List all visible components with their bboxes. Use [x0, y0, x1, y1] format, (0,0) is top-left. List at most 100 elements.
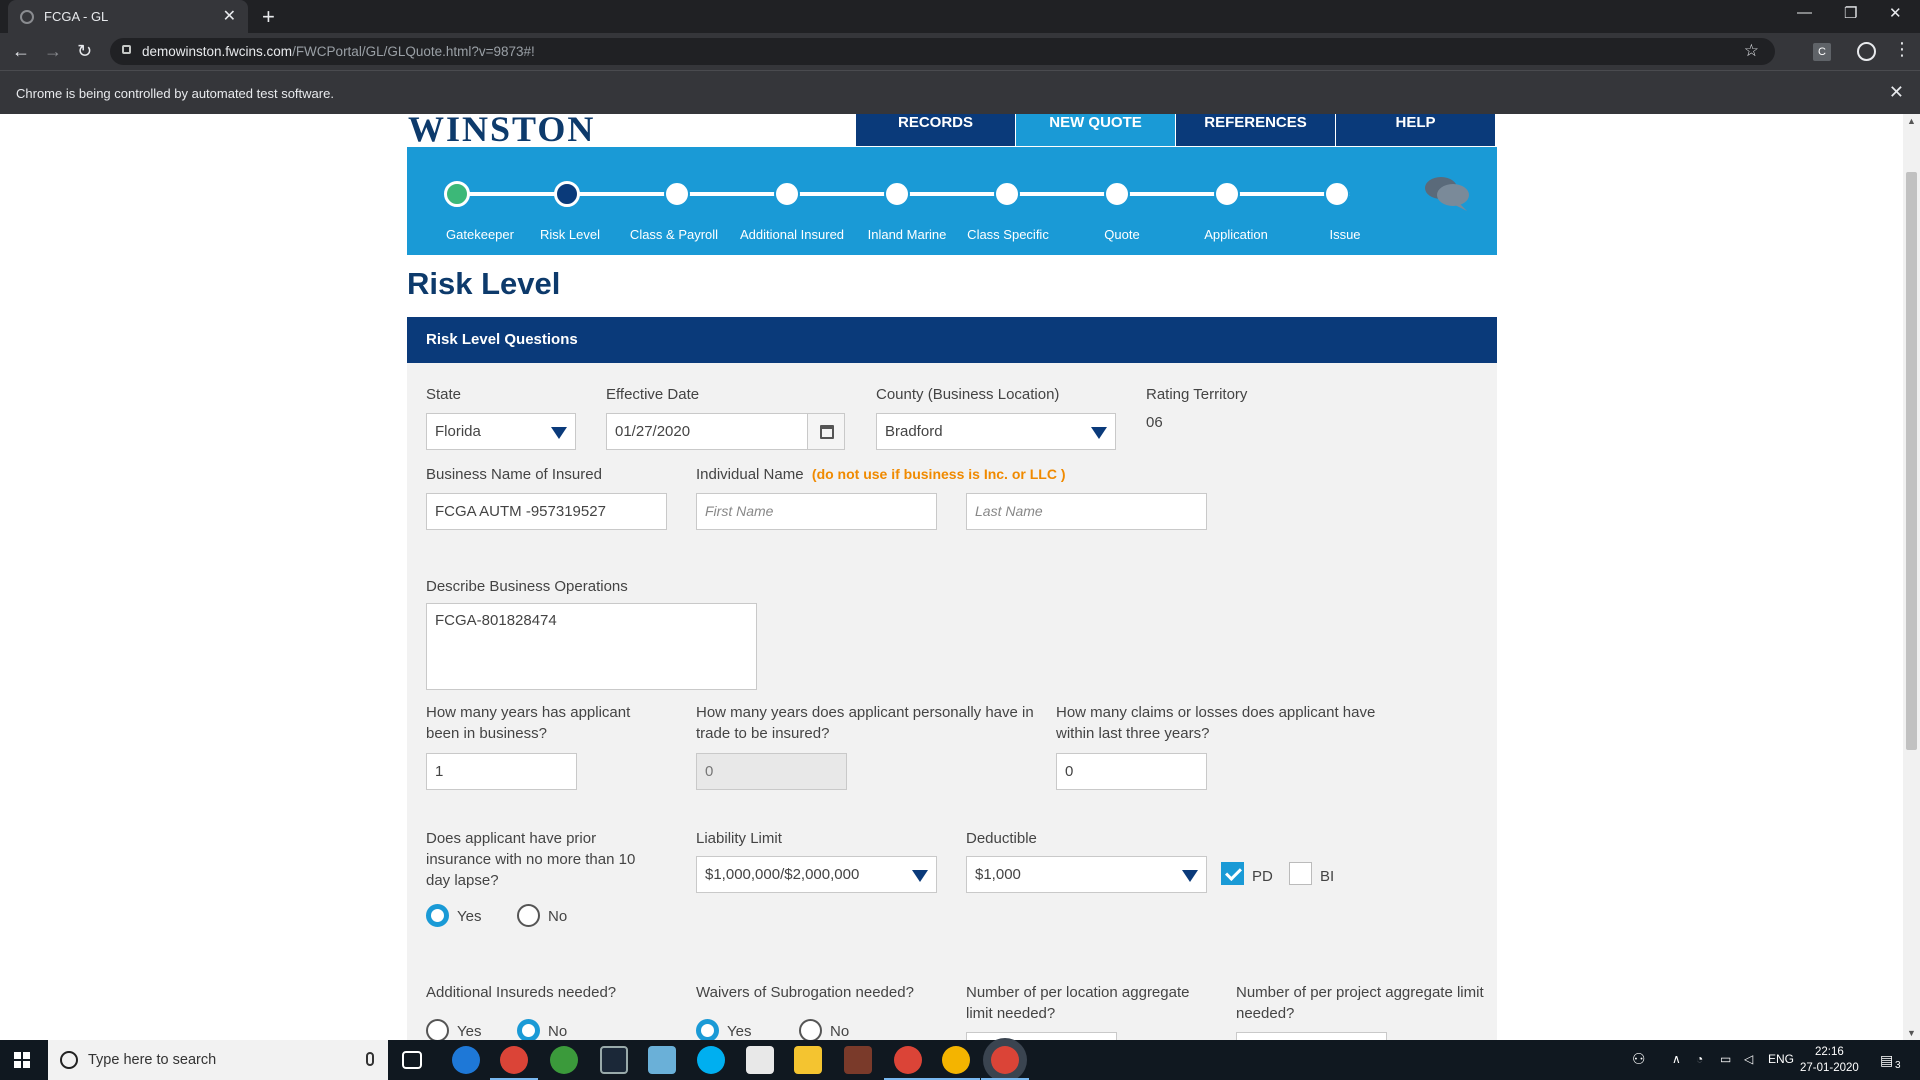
battery-icon[interactable]: ▭	[1720, 1052, 1731, 1066]
effective-date-input[interactable]: 01/27/2020	[606, 413, 808, 450]
chrome-icon[interactable]	[981, 1046, 1029, 1080]
close-tab-icon[interactable]: ✕	[223, 6, 236, 26]
address-toolbar: ← → ↻ demowinston.fwcins.com/FWCPortal/G…	[0, 33, 1920, 70]
step-label: Quote	[1104, 227, 1140, 242]
microphone-icon[interactable]	[366, 1052, 374, 1066]
step-dot-application[interactable]	[1214, 181, 1240, 207]
ime-lang[interactable]: ENG	[1768, 1052, 1794, 1066]
first-name-input[interactable]: First Name	[696, 493, 937, 530]
step-dot-inland-marine[interactable]	[884, 181, 910, 207]
per-project-input[interactable]	[1236, 1032, 1387, 1040]
tab-title: FCGA - GL	[44, 9, 109, 24]
skype-icon[interactable]	[697, 1046, 725, 1074]
calendar-icon	[820, 425, 834, 439]
step-dot-issue[interactable]	[1324, 181, 1350, 207]
page-scrollbar[interactable]: ▲ ▼	[1903, 114, 1920, 1040]
automation-infobar: Chrome is being controlled by automated …	[0, 70, 1920, 114]
browser-tab[interactable]: FCGA - GL ✕	[8, 0, 248, 33]
reload-icon[interactable]: ↻	[77, 41, 92, 62]
prior-insurance-no-radio[interactable]	[517, 904, 540, 927]
main-nav: RECORDS NEW QUOTE REFERENCES HELP	[856, 114, 1496, 146]
scroll-down-icon[interactable]: ▼	[1907, 1028, 1916, 1038]
per-location-input[interactable]	[966, 1032, 1117, 1040]
chrome-icon[interactable]	[932, 1046, 980, 1080]
nav-help[interactable]: HELP	[1336, 114, 1496, 146]
page-title: Risk Level	[407, 266, 561, 301]
forward-icon[interactable]: →	[44, 41, 62, 62]
quote-progress-stepper: Gatekeeper Risk Level Class & Payroll Ad…	[407, 147, 1497, 255]
account-icon[interactable]	[1857, 42, 1876, 61]
system-clock[interactable]: 22:16 27-01-2020	[1800, 1044, 1859, 1076]
rating-territory-label: Rating Territory	[1146, 386, 1248, 403]
lock-icon	[122, 45, 131, 54]
state-label: State	[426, 386, 462, 403]
volume-icon[interactable]: ◁	[1744, 1052, 1753, 1066]
chevron-down-icon	[1182, 870, 1198, 882]
game-icon[interactable]	[844, 1046, 872, 1074]
photos-icon[interactable]	[746, 1046, 774, 1074]
back-icon[interactable]: ←	[12, 41, 30, 62]
step-dot-gatekeeper[interactable]	[444, 181, 470, 207]
nav-new-quote[interactable]: NEW QUOTE	[1016, 114, 1176, 146]
task-view-icon[interactable]	[402, 1051, 422, 1069]
notepad-icon[interactable]	[648, 1046, 676, 1074]
county-select[interactable]: Bradford	[876, 413, 1116, 450]
years-in-trade-label: How many years does applicant personally…	[696, 704, 1034, 742]
step-dot-additional-insured[interactable]	[774, 181, 800, 207]
state-select[interactable]: Florida	[426, 413, 576, 450]
chrome-icon[interactable]	[490, 1046, 538, 1080]
pd-checkbox[interactable]	[1221, 862, 1244, 885]
network-icon[interactable]: ◔	[1696, 1052, 1703, 1066]
waivers-no-radio[interactable]	[799, 1019, 822, 1040]
chat-icon[interactable]	[1423, 173, 1471, 213]
notification-icon[interactable]: ▤	[1880, 1052, 1893, 1069]
upwork-icon[interactable]	[550, 1046, 578, 1074]
business-name-input[interactable]: FCGA AUTM -957319527	[426, 493, 667, 530]
taskbar-search[interactable]: Type here to search	[48, 1040, 388, 1080]
step-label: Issue	[1329, 227, 1361, 242]
infobar-close-icon[interactable]: ✕	[1889, 82, 1904, 103]
step-dot-quote[interactable]	[1104, 181, 1130, 207]
scroll-up-icon[interactable]: ▲	[1907, 116, 1916, 126]
restore-icon[interactable]: ❐	[1844, 4, 1857, 22]
nav-references[interactable]: REFERENCES	[1176, 114, 1336, 146]
edge-icon[interactable]	[452, 1046, 480, 1074]
bookmark-star-icon[interactable]: ☆	[1744, 41, 1759, 61]
waivers-yes-radio[interactable]	[696, 1019, 719, 1040]
chrome-icon[interactable]	[884, 1046, 932, 1080]
step-dot-class-specific[interactable]	[994, 181, 1020, 207]
radio-label: No	[548, 1023, 568, 1040]
new-tab-icon[interactable]: +	[262, 4, 275, 30]
extension-icon[interactable]: C	[1813, 43, 1831, 61]
minimize-icon[interactable]: —	[1797, 4, 1812, 21]
winston-logo: WINSTON	[408, 114, 596, 149]
window-close-icon[interactable]: ✕	[1889, 4, 1902, 22]
liability-limit-select[interactable]: $1,000,000/$2,000,000	[696, 856, 937, 893]
claims-input[interactable]: 0	[1056, 753, 1207, 790]
windows-start-icon[interactable]	[14, 1052, 30, 1068]
radio-label: Yes	[727, 1023, 752, 1040]
tray-chevron-icon[interactable]: ∧	[1672, 1052, 1681, 1066]
additional-insureds-no-radio[interactable]	[517, 1019, 540, 1040]
file-explorer-icon[interactable]	[794, 1046, 822, 1074]
years-in-trade-input[interactable]: 0	[696, 753, 847, 790]
scroll-thumb[interactable]	[1906, 172, 1917, 750]
address-bar[interactable]: demowinston.fwcins.com/FWCPortal/GL/GLQu…	[110, 38, 1775, 65]
years-in-business-input[interactable]: 1	[426, 753, 577, 790]
step-dot-risk-level[interactable]	[554, 181, 580, 207]
url-text: demowinston.fwcins.com/FWCPortal/GL/GLQu…	[142, 44, 535, 59]
bi-checkbox[interactable]	[1289, 862, 1312, 885]
describe-operations-textarea[interactable]: FCGA-801828474	[426, 603, 757, 690]
step-dot-class-payroll[interactable]	[664, 181, 690, 207]
prior-insurance-yes-radio[interactable]	[426, 904, 449, 927]
last-name-input[interactable]: Last Name	[966, 493, 1207, 530]
steam-icon[interactable]	[600, 1046, 628, 1074]
deductible-select[interactable]: $1,000	[966, 856, 1207, 893]
date-picker-button[interactable]	[807, 413, 845, 450]
deductible-label: Deductible	[966, 830, 1037, 847]
additional-insureds-yes-radio[interactable]	[426, 1019, 449, 1040]
nav-records[interactable]: RECORDS	[856, 114, 1016, 146]
people-icon[interactable]: ⚇	[1632, 1050, 1645, 1068]
chrome-menu-icon[interactable]: ⋮	[1893, 39, 1911, 60]
browser-tab-strip: FCGA - GL ✕ + — ❐ ✕	[0, 0, 1920, 33]
